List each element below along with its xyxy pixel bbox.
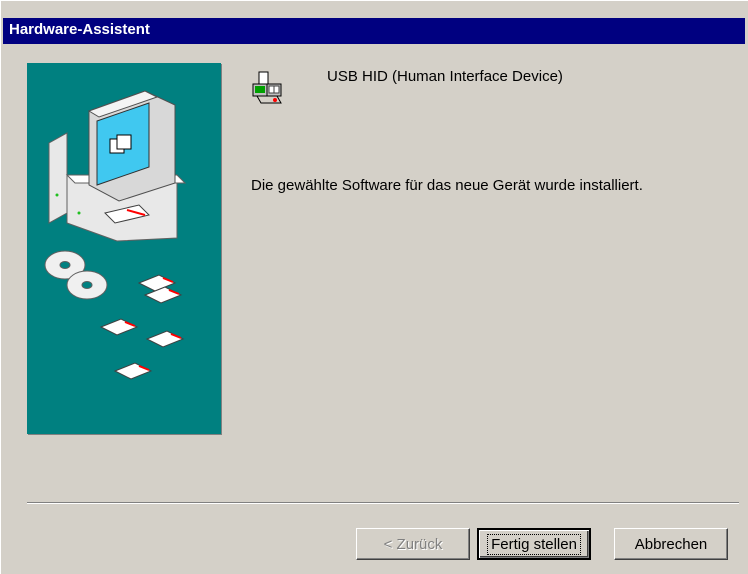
back-button-label: < Zurück — [383, 535, 443, 553]
install-complete-message: Die gewählte Software für das neue Gerät… — [251, 177, 643, 194]
cancel-button[interactable]: Abbrechen — [614, 528, 728, 560]
wizard-illustration — [27, 63, 221, 434]
finish-button-label: Fertig stellen — [487, 533, 581, 555]
window-title: Hardware-Assistent — [9, 21, 150, 38]
computer-and-discs-illustration — [44, 90, 187, 380]
finish-button[interactable]: Fertig stellen — [477, 528, 591, 560]
hardware-wizard-window: Hardware-Assistent USB HID (Human Interf… — [0, 0, 748, 574]
usb-hid-device-icon — [251, 70, 283, 111]
title-bar[interactable]: Hardware-Assistent — [3, 18, 745, 44]
cancel-button-label: Abbrechen — [634, 535, 708, 553]
back-button[interactable]: < Zurück — [356, 528, 470, 560]
button-separator — [27, 502, 739, 504]
device-name: USB HID (Human Interface Device) — [327, 68, 563, 85]
